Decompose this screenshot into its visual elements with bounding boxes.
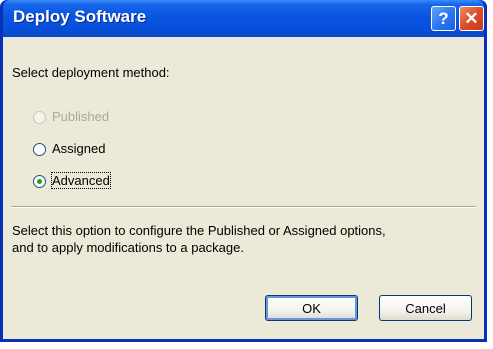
help-button[interactable]: ? [431,6,456,31]
help-icon: ? [438,8,449,28]
close-button[interactable]: ✕ [459,6,484,31]
radio-assigned-label[interactable]: Assigned [52,141,105,156]
radio-advanced-circle[interactable] [33,175,46,188]
ok-button[interactable]: OK [265,295,358,321]
option-description-line-2: and to apply modifications to a package. [12,240,244,255]
radio-published-circle [33,111,46,124]
radio-published-label: Published [52,109,110,124]
option-description-line-1: Select this option to configure the Publ… [12,223,386,238]
deploy-software-dialog: Deploy Software ? ✕ Select deployment me… [0,0,487,342]
window-title: Deploy Software [13,7,147,26]
radio-assigned-circle[interactable] [33,143,46,156]
radio-selected-dot [37,179,42,184]
divider [11,206,476,208]
dialog-body: Select deployment method: Published Assi… [3,37,484,339]
title-bar[interactable]: Deploy Software ? ✕ [3,0,484,37]
radio-advanced-label[interactable]: Advanced [51,172,111,189]
cancel-button[interactable]: Cancel [379,295,472,321]
deployment-method-prompt: Select deployment method: [12,65,170,80]
close-icon: ✕ [464,8,479,28]
